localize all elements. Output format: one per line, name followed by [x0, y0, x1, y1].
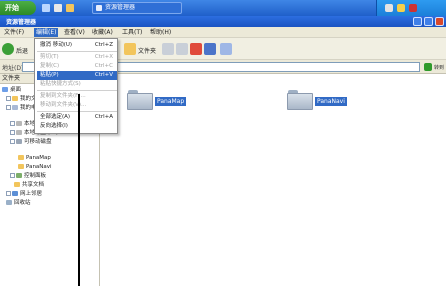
tree-item-control-panel[interactable]: 控制面板 [10, 172, 46, 180]
expander-icon[interactable] [10, 173, 15, 178]
menu-favorites[interactable]: 收藏(A) [90, 28, 115, 37]
tree-item-recycle-bin[interactable]: 回收站 [6, 199, 31, 207]
taskbar-window-label: 资源管理器 [105, 4, 136, 11]
drive-icon [16, 121, 22, 126]
network-places-icon [12, 191, 18, 196]
menu-item-paste[interactable]: 粘贴(P) Ctrl+V [37, 71, 117, 80]
folder-name: PanaNavi [315, 97, 347, 106]
back-label: 后退 [16, 48, 29, 55]
tree-item-network[interactable]: 网上邻居 [6, 190, 42, 198]
network-icon[interactable] [385, 4, 393, 12]
menu-item-select-all[interactable]: 全部选定(A) Ctrl+A [37, 113, 117, 122]
menu-item-copy[interactable]: 复制(C) Ctrl+C [37, 62, 117, 71]
drive-icon [16, 130, 22, 135]
quicklaunch-desktop-icon[interactable] [54, 4, 62, 12]
folder-item-pananavi[interactable]: PanaNavi [287, 90, 377, 120]
menu-item-cut[interactable]: 剪切(T) Ctrl+X [37, 53, 117, 62]
start-button[interactable]: 开始 [0, 1, 36, 15]
volume-icon[interactable] [397, 4, 405, 12]
window-title: 资源管理器 [6, 19, 37, 26]
folder-icon [96, 5, 102, 11]
tree-item-shared-documents[interactable]: 共享文档 [14, 181, 44, 189]
folder-name: PanaMap [155, 97, 187, 106]
delete-x-icon[interactable] [190, 43, 202, 55]
menu-item-copy-to-folder[interactable]: 复制到文件夹(F)... [37, 92, 117, 101]
menu-tools[interactable]: 工具(T) [120, 28, 144, 37]
control-panel-icon [16, 173, 22, 178]
menu-help[interactable]: 帮助(H) [148, 28, 173, 37]
minimize-button[interactable] [413, 17, 422, 26]
folder-icon [18, 164, 24, 169]
folders-icon[interactable] [124, 43, 136, 55]
address-label: 地址(D) [2, 65, 24, 72]
expander-icon[interactable] [10, 130, 15, 135]
expander-icon[interactable] [6, 96, 11, 101]
tree-item-panamap[interactable]: PanaMap [18, 154, 51, 162]
folder-icon [14, 182, 20, 187]
views-icon[interactable] [220, 43, 232, 55]
edit-menu-dropdown: 撤消 移动(U) Ctrl+Z 剪切(T) Ctrl+X 复制(C) Ctrl+C 粘… [34, 38, 118, 134]
expander-icon[interactable] [10, 121, 15, 126]
callout-line [78, 94, 80, 286]
close-button[interactable] [435, 17, 444, 26]
file-list-area[interactable]: PanaMap PanaNavi [101, 74, 446, 286]
folder-icon [18, 155, 24, 160]
menu-separator [37, 90, 117, 91]
go-arrow-icon[interactable] [424, 63, 432, 71]
menu-item-paste-shortcut[interactable]: 粘贴快捷方式(S) [37, 80, 117, 89]
folder-pane-title: 文件夹 [2, 75, 21, 82]
computer-icon [12, 105, 18, 110]
undo-icon[interactable] [204, 43, 216, 55]
tree-item-desktop[interactable]: 桌面 [2, 86, 21, 94]
maximize-button[interactable] [424, 17, 433, 26]
taskbar-window-button[interactable]: 资源管理器 [92, 2, 182, 14]
taskbar: 开始 资源管理器 [0, 0, 446, 16]
security-icon[interactable] [409, 4, 417, 12]
tree-item-removable-disk[interactable]: 可移动磁盘 [10, 138, 52, 146]
removable-drive-icon [16, 139, 22, 144]
menu-separator [37, 111, 117, 112]
quicklaunch-browser-icon[interactable] [42, 4, 50, 12]
quicklaunch-folder-icon[interactable] [66, 4, 74, 12]
move-to-icon[interactable] [162, 43, 174, 55]
menu-bar: 文件(F) 编辑(E) 查看(V) 收藏(A) 工具(T) 帮助(H) [0, 27, 446, 38]
menu-item-move-to-folder[interactable]: 移动到文件夹(V)... [37, 101, 117, 110]
expander-icon[interactable] [6, 105, 11, 110]
go-button[interactable]: 转到 [434, 64, 444, 71]
expander-icon[interactable] [10, 139, 15, 144]
folder-item-panamap[interactable]: PanaMap [127, 90, 217, 120]
desktop-icon [2, 87, 8, 92]
menu-edit[interactable]: 编辑(E) [34, 28, 59, 37]
expander-icon[interactable] [6, 191, 11, 196]
folders-label: 文件夹 [138, 48, 157, 55]
folder-icon [287, 90, 313, 110]
tree-item-pananavi[interactable]: PanaNavi [18, 163, 52, 171]
menu-item-undo[interactable]: 撤消 移动(U) Ctrl+Z [37, 41, 117, 50]
folder-icon [127, 90, 153, 110]
system-tray [376, 0, 446, 16]
window-titlebar: 资源管理器 [0, 16, 446, 27]
menu-separator [37, 51, 117, 52]
menu-view[interactable]: 查看(V) [62, 28, 87, 37]
back-arrow-icon[interactable] [2, 43, 14, 55]
recycle-bin-icon [6, 200, 12, 205]
folder-icon [12, 96, 18, 101]
menu-file[interactable]: 文件(F) [2, 28, 26, 37]
menu-item-invert-selection[interactable]: 反向选择(I) [37, 122, 117, 131]
copy-to-icon[interactable] [176, 43, 188, 55]
